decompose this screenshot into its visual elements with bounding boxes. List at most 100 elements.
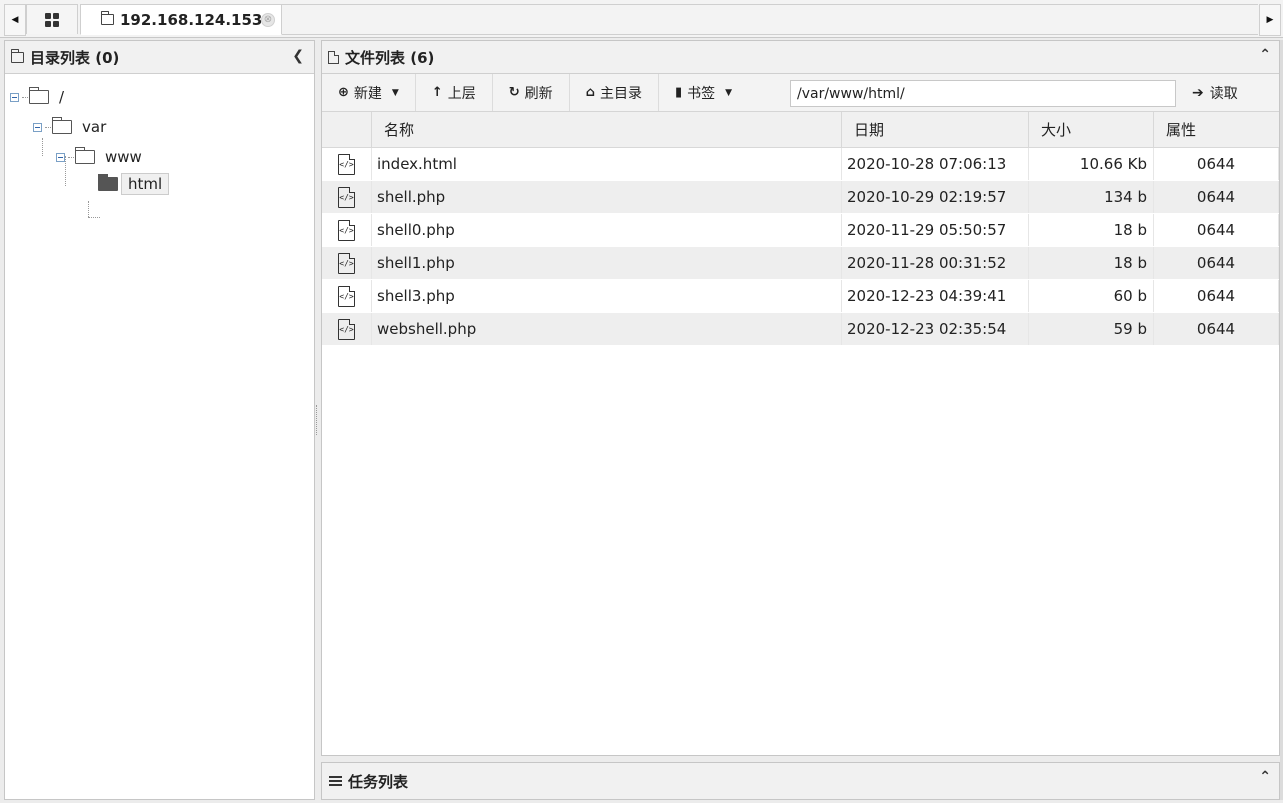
tab-bar: ◀ 192.168.124.153 ⊗ ▶ (0, 0, 1283, 38)
folder-icon (101, 11, 114, 25)
tab-home-grid[interactable] (26, 4, 78, 34)
folder-filled-icon (98, 174, 118, 191)
tree-node-html[interactable]: html (98, 173, 170, 195)
file-name: webshell.php (372, 313, 842, 345)
tab-close-icon[interactable]: ⊗ (261, 13, 275, 27)
refresh-icon: ↻ (508, 85, 520, 100)
file-date: 2020-12-23 04:39:41 (842, 280, 1029, 312)
chevron-up-icon[interactable]: ⌃ (1259, 769, 1271, 785)
column-header-size[interactable]: 大小 (1029, 112, 1154, 147)
up-button-label: 上层 (447, 85, 476, 102)
home-button-label: 主目录 (599, 85, 642, 102)
folder-icon (11, 48, 24, 63)
file-date: 2020-11-29 05:50:57 (842, 214, 1029, 246)
file-name: index.html (372, 148, 842, 180)
triangle-left-icon: ◀ (11, 15, 19, 25)
code-file-icon: </> (338, 219, 355, 241)
directory-panel: 目录列表 (0) ❮ / var www html (4, 40, 315, 800)
arrow-up-icon: ↑ (431, 85, 443, 100)
file-table-header: 名称 日期 大小 属性 (322, 112, 1279, 148)
code-file-icon: </> (338, 153, 355, 175)
tab-host-label: 192.168.124.153 (120, 10, 263, 29)
file-size: 18 b (1029, 214, 1154, 246)
grid-icon (45, 12, 59, 27)
tree-node-label: html (121, 173, 170, 195)
list-icon (329, 775, 342, 787)
file-panel: 文件列表 (6) ⌃ ⊕ 新建 ▼ ↑ 上层 ↻ 刷新 ⌂ 主目录 ▮ 书签 ▼… (321, 40, 1280, 756)
file-perm: 0644 (1154, 313, 1279, 345)
plus-circle-icon: ⊕ (338, 85, 349, 100)
home-icon: ⌂ (585, 85, 595, 100)
column-header-date[interactable]: 日期 (842, 112, 1029, 147)
file-name: shell0.php (372, 214, 842, 246)
file-name: shell3.php (372, 280, 842, 312)
file-size: 134 b (1029, 181, 1154, 213)
file-panel-header: 文件列表 (6) ⌃ (322, 41, 1279, 74)
bookmark-icon: ▮ (674, 85, 683, 100)
table-row[interactable]: </> webshell.php 2020-12-23 02:35:54 59 … (322, 313, 1279, 346)
path-input[interactable] (790, 80, 1176, 107)
column-header-icon (322, 112, 372, 147)
tree-node-label: var (82, 118, 107, 136)
new-button-label: 新建 (353, 85, 382, 102)
tree-node-root[interactable]: / (10, 87, 65, 106)
file-date: 2020-10-29 02:19:57 (842, 181, 1029, 213)
caret-down-icon: ▼ (391, 87, 399, 98)
panel-splitter[interactable] (316, 405, 319, 435)
column-header-perm[interactable]: 属性 (1154, 112, 1279, 147)
refresh-button-label: 刷新 (524, 85, 553, 102)
column-header-name[interactable]: 名称 (372, 112, 842, 147)
code-file-icon: </> (338, 285, 355, 307)
table-row[interactable]: </> shell1.php 2020-11-28 00:31:52 18 b … (322, 247, 1279, 280)
collapse-toggle-icon[interactable] (56, 152, 65, 162)
table-row[interactable]: </> shell0.php 2020-11-29 05:50:57 18 b … (322, 214, 1279, 247)
file-size: 60 b (1029, 280, 1154, 312)
table-row[interactable]: </> shell.php 2020-10-29 02:19:57 134 b … (322, 181, 1279, 214)
file-perm: 0644 (1154, 148, 1279, 180)
collapse-toggle-icon[interactable] (10, 92, 19, 102)
file-perm: 0644 (1154, 247, 1279, 279)
read-button[interactable]: ➔ 读取 (1182, 74, 1248, 112)
triangle-right-icon: ▶ (1266, 15, 1274, 25)
refresh-button[interactable]: ↻ 刷新 (493, 74, 570, 111)
tab-scroll-right-button[interactable]: ▶ (1259, 4, 1281, 36)
tree-node-var[interactable]: var (33, 117, 107, 136)
code-file-icon: </> (338, 318, 355, 340)
file-date: 2020-10-28 07:06:13 (842, 148, 1029, 180)
directory-tree: / var www html (5, 74, 314, 774)
bookmark-button-label: 书签 (687, 85, 716, 102)
file-panel-title: 文件列表 (6) (345, 48, 435, 67)
folder-icon (75, 147, 95, 164)
table-row[interactable]: </> shell3.php 2020-12-23 04:39:41 60 b … (322, 280, 1279, 313)
file-icon (328, 50, 339, 64)
tree-node-label: / (59, 88, 65, 106)
read-button-label: 读取 (1209, 86, 1238, 102)
file-date: 2020-12-23 02:35:54 (842, 313, 1029, 345)
arrow-right-icon: ➔ (1192, 85, 1204, 101)
code-file-icon: </> (338, 252, 355, 274)
table-row[interactable]: </> index.html 2020-10-28 07:06:13 10.66… (322, 148, 1279, 181)
task-panel-title: 任务列表 (348, 772, 409, 791)
file-size: 59 b (1029, 313, 1154, 345)
task-panel[interactable]: 任务列表 ⌃ (321, 762, 1280, 800)
code-file-icon: </> (338, 186, 355, 208)
file-size: 18 b (1029, 247, 1154, 279)
file-date: 2020-11-28 00:31:52 (842, 247, 1029, 279)
file-toolbar: ⊕ 新建 ▼ ↑ 上层 ↻ 刷新 ⌂ 主目录 ▮ 书签 ▼ ➔ 读取 (322, 74, 1279, 112)
tree-node-www[interactable]: www (56, 147, 142, 166)
tab-host[interactable]: 192.168.124.153 ⊗ (80, 4, 282, 35)
collapse-toggle-icon[interactable] (33, 122, 42, 132)
chevron-left-icon[interactable]: ❮ (292, 48, 304, 64)
tab-scroll-left-button[interactable]: ◀ (4, 4, 26, 36)
up-button[interactable]: ↑ 上层 (416, 74, 493, 111)
new-button[interactable]: ⊕ 新建 ▼ (322, 74, 416, 111)
chevron-up-icon[interactable]: ⌃ (1259, 47, 1271, 63)
folder-icon (52, 117, 72, 134)
home-button[interactable]: ⌂ 主目录 (570, 74, 659, 111)
directory-panel-header: 目录列表 (0) ❮ (5, 41, 314, 74)
bookmark-button[interactable]: ▮ 书签 ▼ (659, 74, 748, 111)
file-perm: 0644 (1154, 181, 1279, 213)
caret-down-icon: ▼ (725, 87, 733, 98)
file-perm: 0644 (1154, 214, 1279, 246)
directory-panel-title: 目录列表 (0) (30, 48, 120, 67)
